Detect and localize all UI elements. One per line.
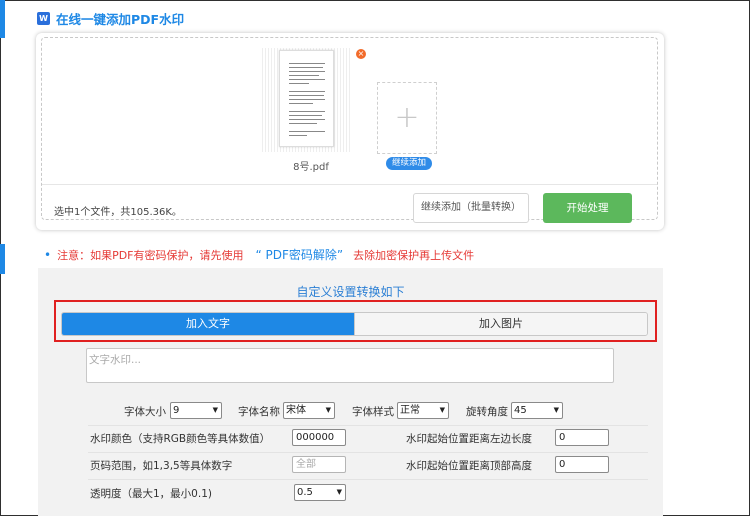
page-range-label: 页码范围，如1,3,5等具体数字 <box>90 460 233 472</box>
chevron-down-icon: ▼ <box>439 406 445 414</box>
chevron-down-icon: ▼ <box>212 406 218 414</box>
file-summary: 选中1个文件，共105.36K。 <box>54 207 182 218</box>
pdf-unlock-link[interactable]: “ PDF密码解除” <box>256 246 344 263</box>
watermark-type-tabs: 加入文字 加入图片 <box>61 312 648 336</box>
page-range-input[interactable]: 全部 <box>292 456 346 473</box>
tab-add-image[interactable]: 加入图片 <box>354 313 647 335</box>
row-divider <box>88 479 648 480</box>
chevron-down-icon: ▼ <box>325 406 331 414</box>
font-size-label: 字体大小 <box>124 406 166 418</box>
rotation-value: 45 <box>514 405 527 416</box>
add-file-box[interactable]: + <box>377 82 437 154</box>
row-divider <box>88 452 648 453</box>
left-offset-label: 水印起始位置距离左边长度 <box>406 433 532 445</box>
font-style-value: 正常 <box>400 405 420 416</box>
notice-prefix: 注意：如果PDF有密码保护，请先使用 <box>57 248 244 262</box>
top-offset-input[interactable]: 0 <box>555 456 609 473</box>
divider <box>42 184 657 185</box>
close-icon[interactable]: × <box>356 49 366 59</box>
color-input[interactable]: 000000 <box>292 429 346 446</box>
rotation-select[interactable]: 45 ▼ <box>511 402 563 419</box>
settings-panel: 自定义设置转换如下 加入文字 加入图片 文字水印... 字体大小 9 ▼ 字体名… <box>38 268 663 516</box>
font-size-value: 9 <box>173 405 180 416</box>
word-icon: W <box>37 12 50 25</box>
notice-suffix: 去除加密保护再上传文件 <box>353 248 475 262</box>
tab-highlight: 加入文字 加入图片 <box>54 300 657 342</box>
font-size-select[interactable]: 9 ▼ <box>170 402 222 419</box>
color-label: 水印颜色（支持RGB颜色等具体数值） <box>90 433 271 445</box>
top-offset-label: 水印起始位置距离顶部高度 <box>406 460 532 472</box>
chevron-down-icon: ▼ <box>336 488 342 496</box>
rotation-label: 旋转角度 <box>466 406 508 418</box>
section-marker <box>0 0 5 38</box>
start-button[interactable]: 开始处理 <box>543 193 632 223</box>
bullet-icon: • <box>44 247 52 262</box>
page-title: 在线一键添加PDF水印 <box>56 12 185 27</box>
password-notice: • 注意：如果PDF有密码保护，请先使用 “ PDF密码解除” 去除加密保护再上… <box>44 246 474 263</box>
font-name-label: 字体名称 <box>238 406 280 418</box>
left-offset-input[interactable]: 0 <box>555 429 609 446</box>
section-marker <box>0 244 5 274</box>
file-thumbnail[interactable] <box>279 50 334 147</box>
font-style-select[interactable]: 正常 ▼ <box>397 402 449 419</box>
opacity-value: 0.5 <box>297 487 313 498</box>
opacity-label: 透明度（最大1，最小0.1) <box>90 488 212 500</box>
settings-title: 自定义设置转换如下 <box>296 285 405 299</box>
upload-card: × 8号.pdf + 继续添加 选中1个文件，共105.36K。 继续添加（批量… <box>36 33 664 230</box>
watermark-text-input[interactable]: 文字水印... <box>86 348 614 383</box>
batch-add-button[interactable]: 继续添加（批量转换） <box>413 193 529 223</box>
font-style-label: 字体样式 <box>352 406 394 418</box>
page-header: W 在线一键添加PDF水印 <box>37 9 184 28</box>
chevron-down-icon: ▼ <box>553 406 559 414</box>
opacity-select[interactable]: 0.5 ▼ <box>294 484 346 501</box>
add-more-button[interactable]: 继续添加 <box>386 157 432 170</box>
font-name-select[interactable]: 宋体 ▼ <box>283 402 335 419</box>
row-divider <box>88 425 648 426</box>
plus-icon: + <box>394 100 420 135</box>
file-name: 8号.pdf <box>293 162 329 173</box>
tab-add-text[interactable]: 加入文字 <box>62 313 354 335</box>
font-name-value: 宋体 <box>286 405 306 416</box>
